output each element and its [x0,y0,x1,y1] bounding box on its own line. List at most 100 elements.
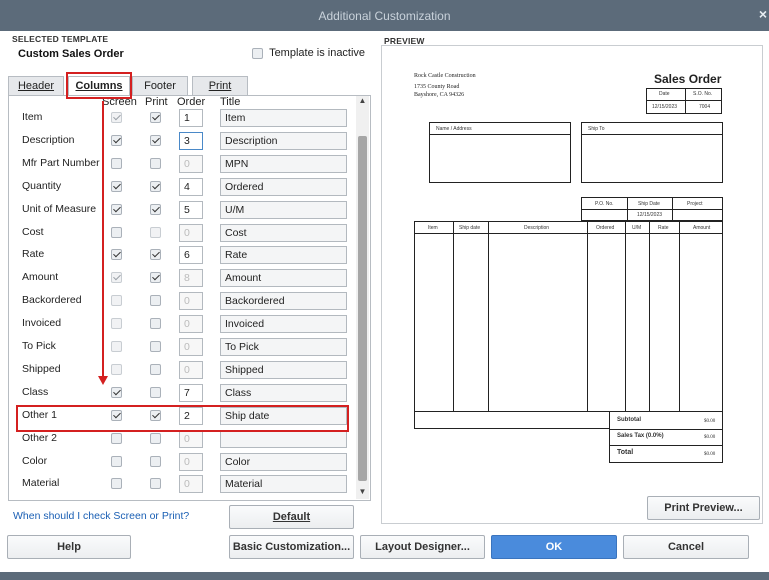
print-checkbox[interactable] [150,318,161,329]
column-row-label: Color [22,455,48,467]
column-row: Item 1 Item [14,108,350,128]
ok-button[interactable]: OK [491,535,617,559]
column-row: Rate 6 Rate [14,245,350,265]
order-field[interactable]: 8 [179,269,203,287]
template-inactive-option[interactable]: Template is inactive [252,47,365,59]
title-field[interactable]: Color [220,453,347,471]
print-checkbox[interactable] [150,364,161,375]
doc-col-rate: Rate [658,225,669,231]
annotation-arrow [102,101,104,378]
title-field[interactable]: Rate [220,246,347,264]
print-checkbox[interactable] [150,204,161,215]
screen-checkbox[interactable] [111,456,122,467]
doc-totals-box: Subtotal $0.00 Sales Tax (0.0%) $0.00 To… [609,411,723,463]
order-field[interactable]: 7 [179,384,203,402]
title-field[interactable]: MPN [220,155,347,173]
screen-checkbox[interactable] [111,387,122,398]
doc-date: 12/15/2023 [652,104,678,110]
columns-scrollbar[interactable]: ▲ ▼ [356,96,369,499]
doc-ship-to-label: Ship To [588,126,605,132]
screen-checkbox [111,364,122,375]
doc-ship-to-box: Ship To [581,122,723,183]
tab-footer[interactable]: Footer [132,76,188,96]
title-field[interactable]: Shipped [220,361,347,379]
order-field[interactable]: 0 [179,453,203,471]
doc-address1: 1735 County Road [414,84,460,90]
order-field[interactable]: 5 [179,201,203,219]
order-field[interactable]: 1 [179,109,203,127]
doc-col-description: Description [524,225,550,231]
order-field[interactable]: 0 [179,224,203,242]
title-field[interactable]: Item [220,109,347,127]
scroll-thumb[interactable] [358,136,367,481]
order-field[interactable]: 0 [179,430,203,448]
screen-checkbox[interactable] [111,158,122,169]
doc-po-label: P.O. No. [595,201,614,207]
screen-print-help-link[interactable]: When should I check Screen or Print? [13,510,189,522]
template-inactive-checkbox[interactable] [252,47,263,59]
screen-checkbox[interactable] [111,249,122,260]
print-checkbox[interactable] [150,135,161,146]
title-field[interactable]: Material [220,475,347,493]
screen-checkbox [111,112,122,123]
doc-address2: Bayshore, CA 94326 [414,92,465,98]
layout-designer-button[interactable]: Layout Designer... [360,535,485,559]
column-row-label: Cost [22,226,44,238]
print-checkbox[interactable] [150,181,161,192]
title-field[interactable] [220,430,347,448]
screen-checkbox [111,341,122,352]
print-checkbox[interactable] [150,295,161,306]
screen-checkbox[interactable] [111,433,122,444]
title-field[interactable]: Invoiced [220,315,347,333]
order-field[interactable]: 0 [179,292,203,310]
order-field[interactable]: 0 [179,338,203,356]
order-field[interactable]: 6 [179,246,203,264]
title-field[interactable]: Backordered [220,292,347,310]
print-checkbox[interactable] [150,456,161,467]
column-row-label: Mfr Part Number [22,157,100,169]
title-field[interactable]: U/M [220,201,347,219]
print-checkbox[interactable] [150,249,161,260]
cancel-button[interactable]: Cancel [623,535,749,559]
print-checkbox[interactable] [150,341,161,352]
screen-checkbox[interactable] [111,135,122,146]
print-checkbox[interactable] [150,272,161,283]
order-field[interactable]: 0 [179,475,203,493]
print-checkbox[interactable] [150,387,161,398]
screen-checkbox[interactable] [111,204,122,215]
title-field[interactable]: Description [220,132,347,150]
screen-checkbox[interactable] [111,181,122,192]
order-field[interactable]: 0 [179,315,203,333]
print-checkbox[interactable] [150,478,161,489]
doc-ship-date: 12/15/2023 [637,212,663,218]
order-field[interactable]: 0 [179,155,203,173]
doc-col-amount: Amount [693,225,711,231]
title-field[interactable]: Class [220,384,347,402]
tab-header[interactable]: Header [8,76,64,96]
print-preview-button[interactable]: Print Preview... [647,496,760,520]
order-field[interactable]: 3 [179,132,203,150]
order-field[interactable]: 0 [179,361,203,379]
column-row: Shipped 0 Shipped [14,360,350,380]
basic-customization-button[interactable]: Basic Customization... [229,535,354,559]
tab-print[interactable]: Print [192,76,248,96]
default-button[interactable]: Default [229,505,354,529]
close-icon[interactable]: × [759,6,767,22]
scroll-down-icon[interactable]: ▼ [356,487,369,499]
doc-tax: $0.00 [704,435,716,440]
scroll-up-icon[interactable]: ▲ [356,96,369,108]
screen-checkbox[interactable] [111,478,122,489]
title-field[interactable]: To Pick [220,338,347,356]
screen-checkbox[interactable] [111,227,122,238]
print-checkbox[interactable] [150,112,161,123]
help-button[interactable]: Help [7,535,131,559]
order-field[interactable]: 4 [179,178,203,196]
title-field[interactable]: Amount [220,269,347,287]
print-checkbox[interactable] [150,158,161,169]
title-bar: Additional Customization × [0,0,769,31]
print-checkbox[interactable] [150,433,161,444]
title-field[interactable]: Ordered [220,178,347,196]
column-row-label: Rate [22,248,45,260]
title-field[interactable]: Cost [220,224,347,242]
title-column-header: Title [220,96,241,108]
